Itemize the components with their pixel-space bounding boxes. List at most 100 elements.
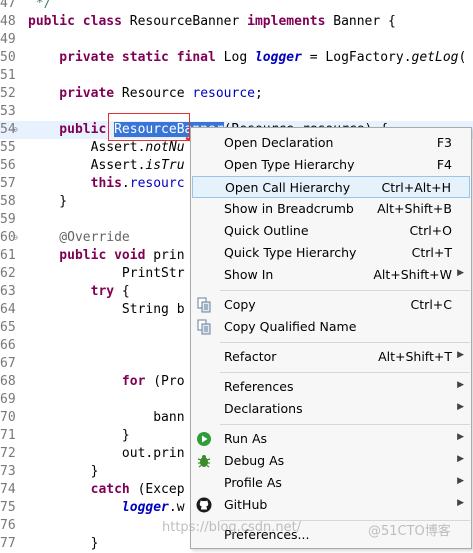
menu-item-quick-outline[interactable]: Quick Outline Ctrl+O xyxy=(192,220,470,242)
menu-item-label: Open Call Hierarchy xyxy=(225,180,351,195)
debug-bug-icon xyxy=(196,453,212,469)
line-number: 69 xyxy=(0,392,16,407)
code-token: prin xyxy=(153,248,185,263)
menu-item-debug-as[interactable]: Debug As ▶ xyxy=(192,450,470,472)
code-text: } xyxy=(28,427,130,445)
line-number: 72 xyxy=(0,446,16,461)
line-number: 51 xyxy=(0,68,16,83)
code-token: */ xyxy=(28,0,52,11)
menu-item-shortcut: Ctrl+Alt+H xyxy=(381,180,451,195)
code-line[interactable]: 51 xyxy=(0,67,473,85)
menu-item-references[interactable]: References ▶ xyxy=(192,376,470,398)
watermark-brand: @51CTO博客 xyxy=(368,524,451,539)
copy-qualified-name-icon xyxy=(196,319,212,335)
code-line[interactable]: 48 public class ResourceBanner implements… xyxy=(0,13,473,31)
menu-item-open-declaration[interactable]: Open Declaration F3 xyxy=(192,132,470,154)
code-line[interactable]: 47 */ xyxy=(0,0,473,13)
code-token: String b xyxy=(28,302,185,317)
menu-item-open-call-hierarchy[interactable]: Open Call Hierarchy Ctrl+Alt+H xyxy=(192,176,470,198)
code-token: private xyxy=(28,86,122,101)
code-text: String b xyxy=(28,301,185,319)
code-token: PrintStr xyxy=(28,266,185,281)
menu-item-show-in-breadcrumb[interactable]: Show in Breadcrumb Alt+Shift+B xyxy=(192,198,470,220)
menu-item-shortcut: Alt+Shift+T xyxy=(378,349,452,364)
code-token: out.prin xyxy=(28,446,185,461)
line-number: 77 xyxy=(0,536,16,551)
code-line[interactable]: 50 private static final Log logger = Log… xyxy=(0,49,473,67)
code-token: Assert. xyxy=(28,140,146,155)
menu-item-shortcut: Ctrl+C xyxy=(410,297,452,312)
code-text: public class ResourceBanner implements B… xyxy=(28,13,396,31)
code-token: @Override xyxy=(28,230,130,245)
code-token: } xyxy=(28,464,99,479)
code-token: ResourceBanner xyxy=(129,14,248,29)
code-token: Assert. xyxy=(28,158,146,173)
menu-item-label: Declarations xyxy=(224,401,303,416)
menu-item-label: Refactor xyxy=(224,349,277,364)
code-text: } xyxy=(28,193,67,211)
fold-toggle-icon[interactable]: ⊖ xyxy=(13,125,22,134)
code-text: private static final Log logger = LogFac… xyxy=(28,49,466,67)
menu-item-label: GitHub xyxy=(224,497,268,512)
code-token: public void xyxy=(28,248,154,263)
menu-item-copy[interactable]: Copy Ctrl+C xyxy=(192,294,470,316)
menu-item-show-in[interactable]: Show In Alt+Shift+W ▶ xyxy=(192,264,470,286)
submenu-arrow-icon: ▶ xyxy=(457,268,464,278)
code-token: logger xyxy=(254,50,302,65)
code-token: for xyxy=(28,374,154,389)
code-token: public xyxy=(28,122,115,137)
menu-separator xyxy=(220,372,470,373)
code-text: } xyxy=(28,535,99,553)
menu-item-open-type-hierarchy[interactable]: Open Type Hierarchy F4 xyxy=(192,154,470,176)
menu-item-shortcut: Alt+Shift+W xyxy=(373,267,452,282)
code-line[interactable]: 52 private Resource resource; xyxy=(0,85,473,103)
fold-toggle-icon[interactable]: ⊖ xyxy=(13,233,22,242)
code-token: notNu xyxy=(145,140,185,155)
code-line[interactable]: 49 xyxy=(0,31,473,49)
code-text: */ xyxy=(28,0,52,13)
code-text: @Override xyxy=(28,229,130,247)
line-number: 58 xyxy=(0,194,16,209)
menu-item-github[interactable]: GitHub ▶ xyxy=(192,494,470,516)
menu-item-declarations[interactable]: Declarations ▶ xyxy=(192,398,470,420)
line-number: 47 xyxy=(0,0,16,11)
code-token: logger xyxy=(121,500,169,515)
submenu-arrow-icon: ▶ xyxy=(457,476,464,486)
menu-item-label: Quick Outline xyxy=(224,223,309,238)
menu-item-refactor[interactable]: Refactor Alt+Shift+T ▶ xyxy=(192,346,470,368)
run-icon xyxy=(196,431,212,447)
line-number: 73 xyxy=(0,464,16,479)
code-token: public class xyxy=(28,14,130,29)
menu-item-label: References xyxy=(224,379,294,394)
submenu-arrow-icon: ▶ xyxy=(457,498,464,508)
line-number: 68 xyxy=(0,374,16,389)
code-text: for (Pro xyxy=(28,373,185,391)
code-token: .w xyxy=(168,500,185,515)
line-number: 48 xyxy=(0,14,16,29)
menu-item-label: Show In xyxy=(224,267,274,282)
menu-item-shortcut: F3 xyxy=(436,135,452,150)
menu-item-shortcut: Alt+Shift+B xyxy=(377,201,452,216)
code-token: try xyxy=(28,284,122,299)
code-text: Assert.isTru xyxy=(28,157,185,175)
submenu-arrow-icon: ▶ xyxy=(457,454,464,464)
code-token: Log xyxy=(223,50,255,65)
menu-item-copy-qualified-name[interactable]: Copy Qualified Name xyxy=(192,316,470,338)
line-number: 49 xyxy=(0,32,16,47)
menu-item-quick-type-hierarchy[interactable]: Quick Type Hierarchy Ctrl+T xyxy=(192,242,470,264)
code-token: this xyxy=(28,176,122,191)
code-text: catch (Excep xyxy=(28,481,185,499)
menu-item-label: Quick Type Hierarchy xyxy=(224,245,357,260)
line-number: 63 xyxy=(0,284,16,299)
menu-item-run-as[interactable]: Run As ▶ xyxy=(192,428,470,450)
code-text: logger.w xyxy=(28,499,185,517)
line-number: 59 xyxy=(0,212,16,227)
code-line[interactable]: 53 xyxy=(0,103,473,121)
context-menu[interactable]: Open Declaration F3 Open Type Hierarchy F4 O… xyxy=(190,127,472,549)
code-token: bann xyxy=(28,410,185,425)
code-token: ( xyxy=(458,50,467,65)
menu-item-label: Show in Breadcrumb xyxy=(224,201,354,216)
code-token: ; xyxy=(255,86,263,101)
menu-item-profile-as[interactable]: Profile As ▶ xyxy=(192,472,470,494)
copy-icon xyxy=(196,297,212,313)
